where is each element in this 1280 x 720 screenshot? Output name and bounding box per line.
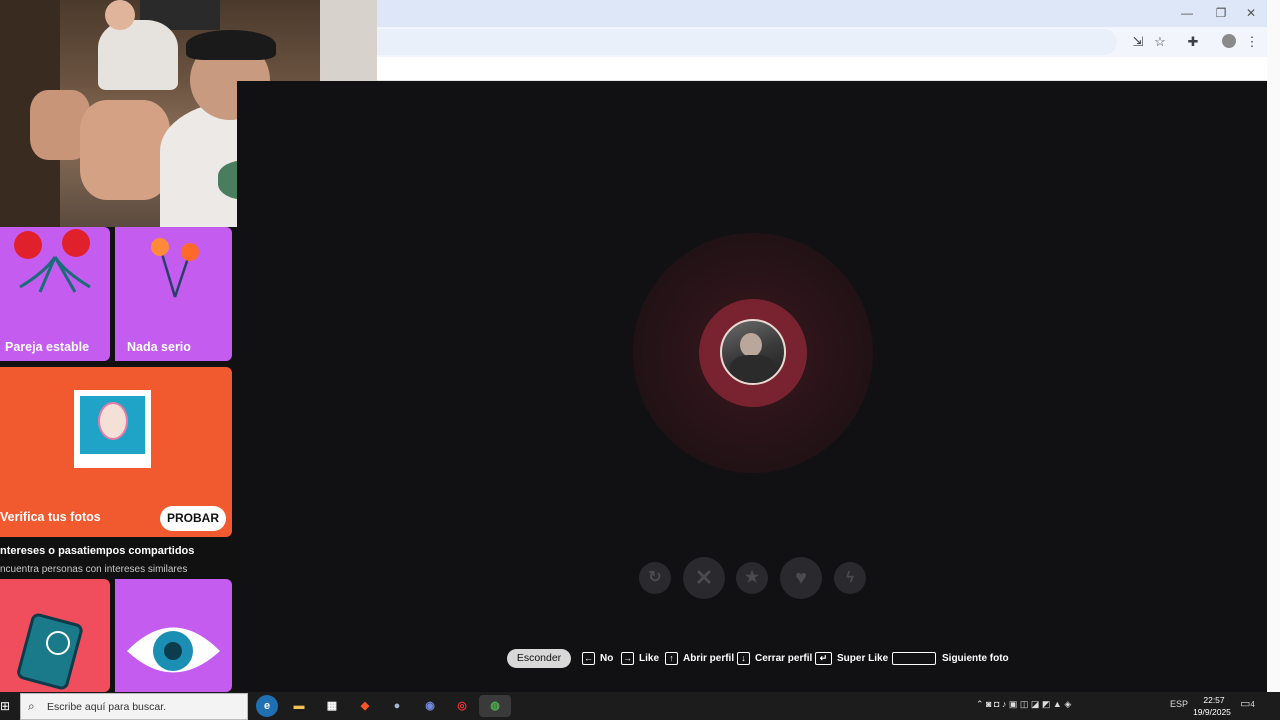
webcam-cap [186,30,276,60]
probar-button[interactable]: PROBAR [160,506,226,531]
shortcut-abrir-perfil: ↑ Abrir perfil [665,652,734,665]
sparklers-icon [151,238,199,298]
brave-icon[interactable]: ◆ [354,695,376,717]
more-menu-icon[interactable]: ⋮ [1243,33,1261,51]
enter-key-icon: ↵ [815,652,832,665]
notification-count: 4 [1250,700,1255,709]
avatar-face [740,333,762,357]
webcam-person-middle [80,100,170,200]
bookmarks-bar [377,57,1267,81]
esconder-button[interactable]: Esconder [507,649,571,668]
notification-center-icon[interactable]: ▭4 [1240,697,1255,710]
arrow-right-key-icon: → [621,652,634,665]
shortcut-label: No [600,653,614,664]
file-explorer-icon[interactable]: ▬ [288,695,310,717]
rewind-icon[interactable]: ↻ [639,562,671,594]
search-icon: ⌕ [28,699,35,713]
shortcut-super-like: ↵ Super Like [815,652,888,665]
selfie-face-icon [98,402,128,440]
card-verifica-fotos[interactable]: Verifica tus fotos PROBAR [0,367,232,537]
card-label: Verifica tus fotos [0,510,101,524]
nope-icon[interactable]: ✕ [683,557,725,599]
search-placeholder: Escribe aquí para buscar. [47,701,167,713]
chrome-icon[interactable]: ◍ [479,695,511,717]
extensions-icon[interactable]: ✚ [1184,33,1202,51]
address-bar[interactable] [377,29,1117,55]
shortcut-like: → Like [621,652,659,665]
main-area: ↻ ✕ ★ ♥ ϟ Esconder ← No → Like ↑ Abrir perf… [237,81,1267,692]
section-subtitle: ncuentra personas con intereses similare… [0,564,188,575]
boost-icon[interactable]: ϟ [834,562,866,594]
user-profile-avatar [720,319,786,385]
shortcut-label: Like [639,653,660,664]
card-pareja-estable[interactable]: Pareja estable [0,227,110,361]
selfie-frame-icon [74,390,151,468]
arrow-down-key-icon: ↓ [737,652,750,665]
card-label: Nada serio [127,340,191,354]
webcam-person-head [105,0,135,30]
super-like-icon[interactable]: ★ [736,562,768,594]
shortcut-label: Super Like [837,653,889,664]
close-button[interactable]: ✕ [1241,4,1261,22]
language-indicator[interactable]: ESP [1170,699,1188,709]
taskbar-search[interactable]: ⌕ Escribe aquí para buscar. [20,693,248,720]
shortcut-cerrar-perfil: ↓ Cerrar perfil [737,652,812,665]
arrow-left-key-icon: ← [582,652,595,665]
space-key-icon [892,652,936,665]
shortcut-siguiente-foto: Siguiente foto [892,652,1009,665]
eye-icon [127,627,220,673]
bookmark-star-icon[interactable]: ☆ [1151,33,1169,51]
webcam-person-back [98,20,178,90]
card-passport[interactable] [0,579,110,692]
section-title: ntereses o pasatiempos compartidos [0,545,195,557]
clock-time[interactable]: 22:57 [1196,695,1232,705]
tray-icons[interactable]: ⌃ ◙ ◘ ♪ ▣ ◫ ◪ ◩ ▲ ◈ [976,699,1071,710]
screen: — ❐ ✕ ⇲ ☆ ✚ ⋮ Pareja estable Nada serio … [0,0,1280,720]
install-app-icon[interactable]: ⇲ [1129,33,1147,51]
discord-icon[interactable]: ◉ [419,695,441,717]
taskbar: ⊞ ⌕ Escribe aquí para buscar. e ▬ ▦ ◆ ● … [0,692,1280,720]
steam-icon[interactable]: ● [386,695,408,717]
passport-icon [17,613,83,690]
browser-toolbar: ⇲ ☆ ✚ ⋮ [377,27,1267,57]
avatar-body [730,355,776,383]
window-edge [1267,0,1280,692]
shortcut-label: Cerrar perfil [755,653,813,664]
card-nada-serio[interactable]: Nada serio [115,227,232,361]
store-icon[interactable]: ▦ [321,695,343,717]
arrow-up-key-icon: ↑ [665,652,678,665]
shortcut-label: Siguiente foto [942,653,1009,664]
restore-button[interactable]: ❐ [1211,4,1231,22]
profile-avatar-icon[interactable] [1222,34,1236,48]
browser-titlebar: — ❐ ✕ [377,0,1267,27]
like-icon[interactable]: ♥ [780,557,822,599]
clock-date[interactable]: 19/9/2025 [1192,707,1232,717]
shortcut-no: ← No [582,652,613,665]
windows-start-icon[interactable]: ⊞ [0,698,12,714]
card-eye[interactable] [115,579,232,692]
obs-icon[interactable]: ◎ [451,695,473,717]
roses-icon [14,229,91,293]
card-label: Pareja estable [5,340,90,354]
shortcut-label: Abrir perfil [683,653,735,664]
left-panel: Pareja estable Nada serio Verifica tus f… [0,227,237,692]
edge-icon[interactable]: e [256,695,278,717]
minimize-button[interactable]: — [1177,4,1197,22]
